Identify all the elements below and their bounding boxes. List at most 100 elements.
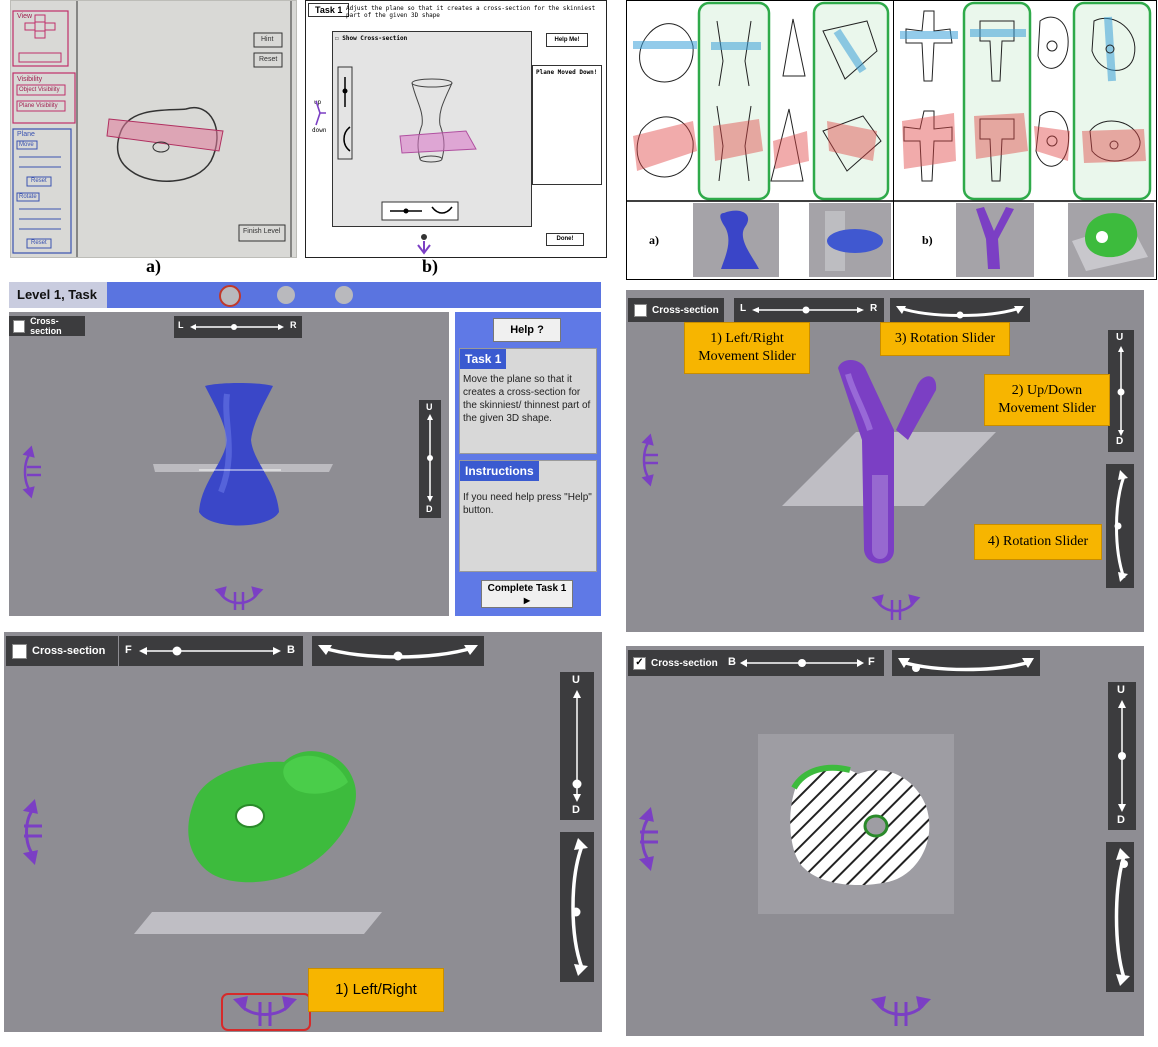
hatched-rot-slider-right[interactable]: [1106, 842, 1134, 992]
callout-ud-text: 2) Up/Down Movement Slider: [998, 382, 1096, 416]
complete-task-button[interactable]: Complete Task 1 ▶: [481, 580, 573, 608]
wireframe-show-cross-section: ☐ Show Cross-section: [335, 35, 408, 42]
green-cross-section-checkbox[interactable]: [12, 643, 27, 659]
sketch-label-visibility: Visibility: [17, 76, 43, 83]
sketch-label-reset-move: Reset: [31, 178, 47, 184]
y-rotate-bottom-icon: [871, 594, 921, 620]
wireframe-canvas: [332, 31, 532, 227]
sketch-label-object-visibility: Object Visibility: [19, 87, 60, 93]
help-button-label: Help ?: [510, 324, 544, 336]
sketch-label-finish: Finish Level: [243, 228, 281, 235]
wireframe-down-label: down: [312, 127, 327, 134]
game-y-scene[interactable]: Cross-section L R U D 1) Left/Right Move…: [626, 290, 1144, 632]
help-button[interactable]: Help ?: [493, 318, 561, 342]
y-rot-slider-top[interactable]: [890, 298, 1030, 322]
hatched-cross-section-label: Cross-section: [651, 657, 718, 669]
caption-b-top: b): [422, 256, 439, 276]
progress-dot-2[interactable]: [277, 286, 295, 304]
game-hatched-scene[interactable]: ✓ Cross-section B F U D: [626, 646, 1144, 1036]
hatched-bf-handle[interactable]: [798, 659, 806, 667]
y-rot-slider-right[interactable]: [1106, 464, 1134, 588]
green-fb-track[interactable]: [119, 636, 303, 666]
wireframe-message-box: Plane Moved Down!: [532, 65, 602, 185]
sketch-label-reset: Reset: [259, 56, 278, 63]
green-ud-handle[interactable]: [572, 779, 582, 789]
callout-rotation-right-text: 4) Rotation Slider: [987, 533, 1089, 549]
play-icon: ▶: [523, 596, 531, 605]
hatched-rot-slider-top[interactable]: [892, 650, 1040, 676]
y-cross-section-label: Cross-section: [652, 304, 719, 316]
sketch-label-reset-rotate: Reset: [31, 240, 47, 246]
green-rot-top-handle[interactable]: [393, 651, 403, 661]
ud-slider[interactable]: U D: [419, 400, 441, 518]
game-main-scene[interactable]: Cross-section L R U D: [9, 312, 449, 616]
lr-slider-track[interactable]: [174, 316, 302, 338]
green-rot-slider-right[interactable]: [560, 832, 594, 982]
callout-rotation-right: 4) Rotation Slider: [974, 524, 1102, 560]
paper-sketch: View Hint Reset Visibility Object Visibi…: [10, 0, 297, 258]
ud-slider-track[interactable]: [419, 400, 441, 518]
hatched-rotate-bottom-icon: [870, 996, 932, 1026]
green-ud-track[interactable]: [560, 672, 594, 820]
caption-a-grid: a): [649, 233, 659, 247]
task-header: Task 1: [460, 349, 507, 369]
green-callout-lr: 1) Left/Right: [308, 968, 444, 1012]
green-rotate-bottom-icon: [232, 996, 298, 1026]
green-cross-section-label: Cross-section: [32, 645, 106, 657]
callout-rotation-top: 3) Rotation Slider: [880, 322, 1010, 356]
sketch-label-plane: Plane: [17, 131, 35, 138]
green-fb-slider[interactable]: F B: [119, 636, 303, 666]
level-title-text: Level 1, Task: [17, 287, 97, 302]
wireframe-help-button[interactable]: Help Me!: [546, 33, 588, 47]
y-lr-slider[interactable]: L R: [734, 298, 884, 322]
wireframe-show-cross-section-label: Show Cross-section: [342, 35, 408, 42]
hatched-rot-right-handle[interactable]: [1120, 860, 1128, 868]
hatched-ud-slider[interactable]: U D: [1108, 682, 1136, 830]
task-box: Task 1 Move the plane so that it creates…: [459, 348, 597, 454]
hatched-ud-handle[interactable]: [1118, 752, 1126, 760]
cross-section-label: Cross-section: [30, 316, 62, 336]
hatched-bf-track[interactable]: [724, 650, 884, 676]
rotate-left-icon: [22, 445, 41, 499]
y-cross-section-toggle[interactable]: Cross-section: [628, 298, 724, 322]
hatched-cross-section-checkbox[interactable]: ✓: [633, 656, 646, 670]
instructions-text: If you need help press "Help" button.: [463, 492, 592, 516]
progress-dot-1[interactable]: [219, 285, 241, 307]
lr-slider-handle[interactable]: [231, 324, 237, 330]
sketch-label-rotate: Rotate: [19, 194, 37, 200]
hatched-ud-track[interactable]: [1108, 682, 1136, 830]
game-green-scene[interactable]: Cross-section F B U D 1) Left/Right: [4, 632, 602, 1032]
y-ud-handle[interactable]: [1117, 388, 1125, 396]
cross-section-checkbox[interactable]: [13, 319, 26, 333]
callout-rotation-top-text: 3) Rotation Slider: [894, 330, 996, 346]
hatched-rotate-left-icon: [638, 806, 658, 872]
wireframe-up-label: up: [314, 99, 322, 106]
green-ud-slider[interactable]: U D: [560, 672, 594, 820]
cross-section-toggle[interactable]: Cross-section: [9, 316, 85, 336]
caption-b-grid: b): [922, 233, 933, 247]
hatched-rot-top-handle[interactable]: [912, 664, 920, 672]
green-rot-slider-top[interactable]: [312, 636, 484, 666]
hatched-cross-section-toggle[interactable]: ✓ Cross-section: [628, 650, 725, 676]
progress-dot-3[interactable]: [335, 286, 353, 304]
wireframe-done-button[interactable]: Done!: [546, 233, 584, 246]
ud-slider-handle[interactable]: [427, 455, 433, 461]
instructions-box: Instructions If you need help press "Hel…: [459, 460, 597, 572]
y-lr-handle[interactable]: [802, 306, 810, 314]
sketch-label-plane-visibility: Plane Visibility: [19, 103, 58, 109]
lr-slider[interactable]: L R: [174, 316, 302, 338]
sketch-label-move: Move: [19, 142, 34, 148]
y-lr-track[interactable]: [734, 298, 884, 322]
green-fb-handle[interactable]: [172, 646, 182, 656]
y-rotate-left-icon: [641, 433, 658, 487]
y-rot-right-handle[interactable]: [1114, 522, 1122, 530]
wireframe-task-title: Task 1: [308, 3, 350, 17]
green-rotate-left-icon: [22, 798, 42, 866]
y-cross-section-checkbox[interactable]: [634, 303, 647, 317]
green-rot-right-handle[interactable]: [571, 907, 581, 917]
y-ud-slider[interactable]: U D: [1108, 330, 1134, 452]
hatched-bf-slider[interactable]: B F: [724, 650, 884, 676]
y-rot-top-handle[interactable]: [956, 311, 964, 319]
green-cross-section-toggle[interactable]: Cross-section: [6, 636, 118, 666]
y-ud-track[interactable]: [1108, 330, 1134, 452]
